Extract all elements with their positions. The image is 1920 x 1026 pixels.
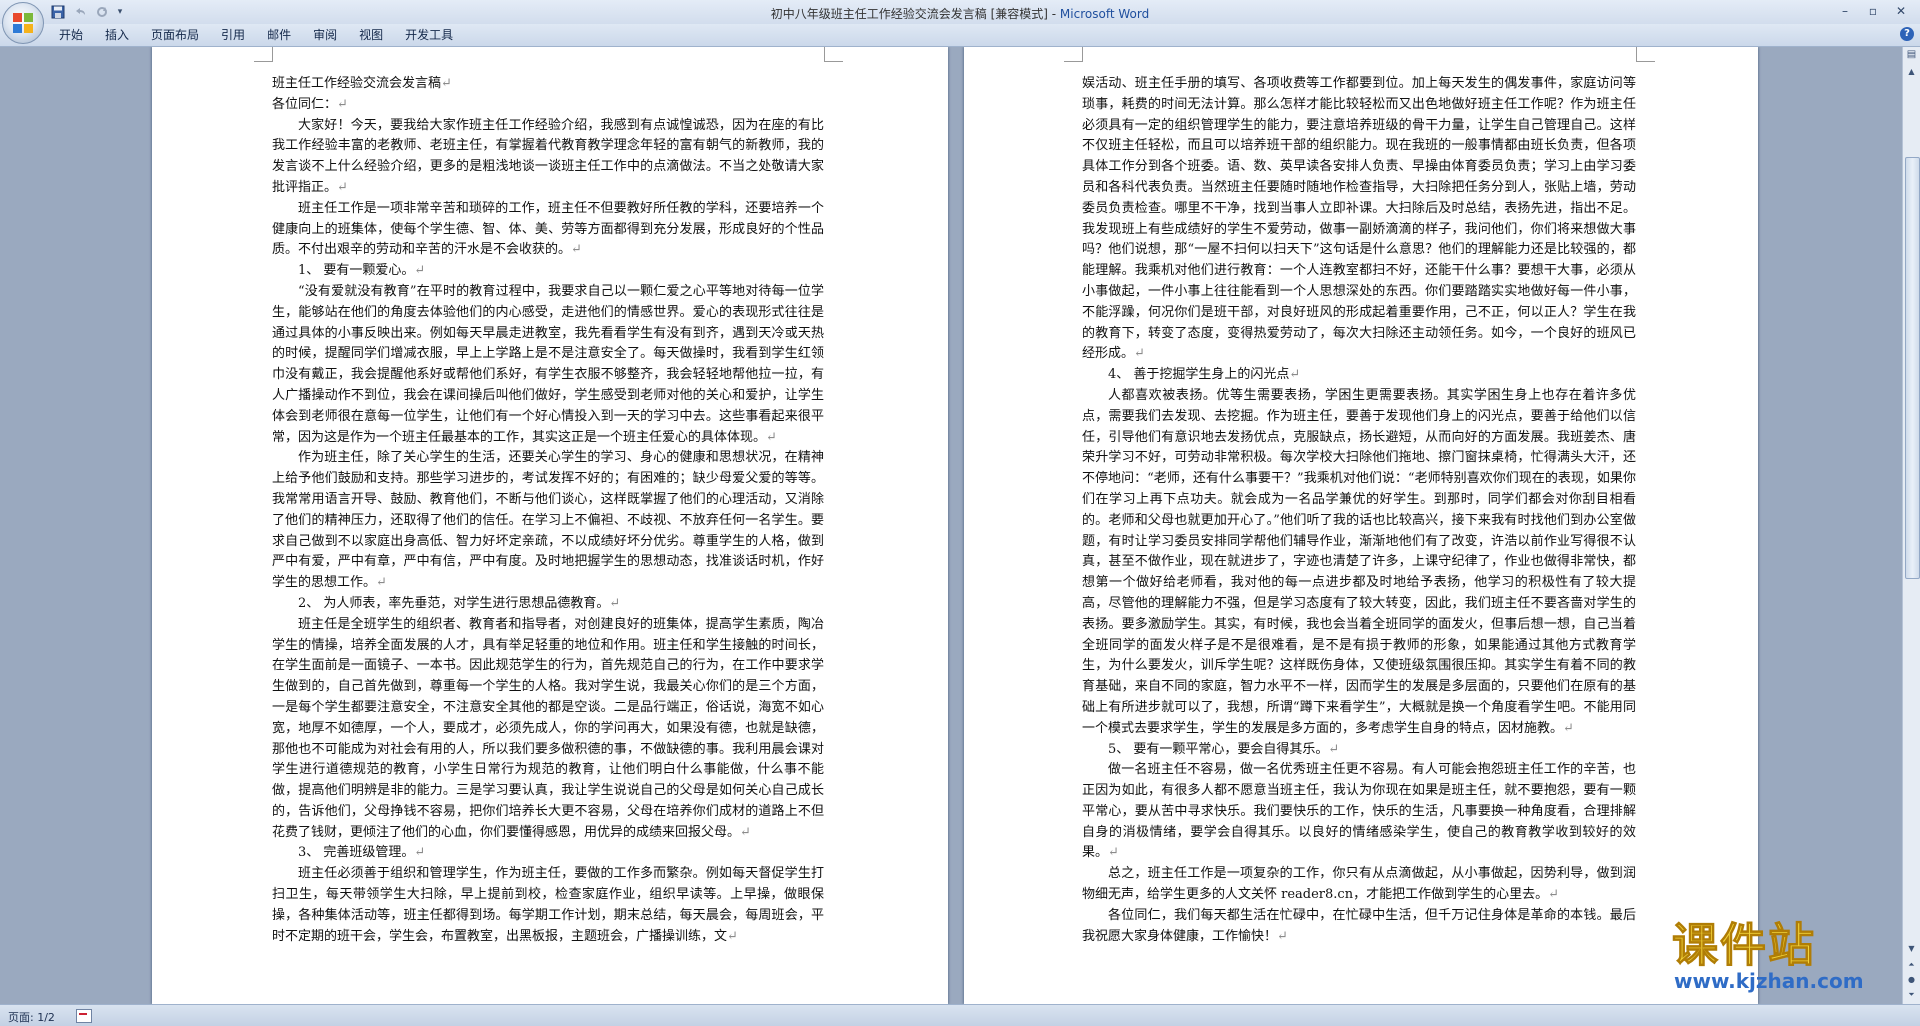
- app-name: Microsoft Word: [1059, 7, 1150, 21]
- margin-mark: [1636, 47, 1655, 62]
- watermark-url: www.kjzhan.com: [1674, 969, 1864, 993]
- paragraph-mark-icon: ↵: [1277, 928, 1288, 944]
- paragraph-mark-icon: ↵: [441, 76, 452, 91]
- watermark: 课件站 www.kjzhan.com: [1672, 918, 1912, 993]
- minimize-button[interactable]: –: [1832, 2, 1858, 20]
- document-page-2[interactable]: 娱活动、班主任手册的填写、各项收费等工作都要到位。加上每天发生的偶发事件，家庭访…: [964, 47, 1758, 1004]
- tab-home[interactable]: 开始: [48, 24, 94, 46]
- margin-mark: [824, 47, 843, 62]
- paragraph-mark-icon: ↵: [1134, 346, 1145, 362]
- paragraph[interactable]: 人都喜欢被表扬。优等生需要表扬，学困生更需要表扬。其实学困生身上也存在着许多优点…: [1082, 386, 1636, 740]
- tab-view[interactable]: 视图: [348, 24, 394, 46]
- paragraph-mark-icon: ↵: [1289, 367, 1301, 383]
- help-icon[interactable]: ?: [1900, 27, 1914, 41]
- paragraph[interactable]: “没有爱就没有教育”在平时的教育过程中，我要求自己以一颗仁爱之心平等地对待每一位…: [272, 282, 824, 448]
- paragraph[interactable]: 总之，班主任工作是一项复杂的工作，你只有从点滴做起，从小事做起，因势利导，做到润…: [1082, 864, 1636, 906]
- paragraph[interactable]: 娱活动、班主任手册的填写、各项收费等工作都要到位。加上每天发生的偶发事件，家庭访…: [1082, 74, 1636, 365]
- ribbon-tab-bar: 开始 插入 页面布局 引用 邮件 审阅 视图 开发工具 ?: [0, 24, 1920, 47]
- margin-mark: [1064, 47, 1083, 62]
- paragraph-mark-icon: ↵: [414, 845, 426, 861]
- tab-page-layout[interactable]: 页面布局: [140, 24, 210, 46]
- paragraph[interactable]: 5、 要有一颗平常心，要会自得其乐。↵: [1082, 740, 1636, 761]
- vertical-scrollbar[interactable]: ▤ ▲ ▼ ⏶ ● ⏷: [1902, 47, 1920, 1004]
- paragraph[interactable]: 2、 为人师表，率先垂范，对学生进行思想品德教育。↵: [272, 594, 824, 615]
- paragraph[interactable]: 大家好！今天，要我给大家作班主任工作经验介绍，我感到有点诚惶诚恐，因为在座的有比…: [272, 116, 824, 199]
- paragraph-mark-icon: ↵: [337, 179, 348, 195]
- tab-developer[interactable]: 开发工具: [394, 24, 464, 46]
- paragraph[interactable]: 各位同仁：↵: [272, 95, 824, 116]
- document-area: 班主任工作经验交流会发言稿↵ 各位同仁：↵ 大家好！今天，要我给大家作班主任工作经验…: [0, 47, 1903, 1004]
- paragraph-mark-icon: ↵: [766, 429, 777, 445]
- paragraph[interactable]: 班主任是全班学生的组织者、教育者和指导者，对创建良好的班集体，提高学生素质，陶冶…: [272, 615, 824, 844]
- paragraph[interactable]: 做一名班主任不容易，做一名优秀班主任更不容易。有人可能会抱怨班主任工作的辛苦，也…: [1082, 760, 1636, 864]
- office-button[interactable]: [2, 2, 44, 44]
- ruler-toggle-icon[interactable]: ▤: [1904, 47, 1919, 62]
- close-button[interactable]: ✕: [1888, 2, 1914, 20]
- paragraph[interactable]: 3、 完善班级管理。↵: [272, 843, 824, 864]
- paragraph-mark-icon: ↵: [1548, 887, 1559, 903]
- paragraph[interactable]: 班主任必须善于组织和管理学生，作为班主任，要做的工作多而繁杂。例如每天督促学生打…: [272, 864, 824, 947]
- paragraph-mark-icon: ↵: [1108, 845, 1119, 861]
- title-bar: ▾ 初中八年级班主任工作经验交流会发言稿 [兼容模式] - Microsoft …: [0, 0, 1920, 25]
- watermark-title: 课件站: [1672, 918, 1816, 972]
- paragraph-mark-icon: ↵: [376, 575, 387, 591]
- paragraph[interactable]: 4、 善于挖掘学生身上的闪光点↵: [1082, 365, 1636, 386]
- tab-review[interactable]: 审阅: [302, 24, 348, 46]
- paragraph[interactable]: 作为班主任，除了关心学生的生活，还要关心学生的学习、身心的健康和思想状况，在精神…: [272, 448, 824, 594]
- window-controls: – ▫ ✕: [1832, 2, 1914, 20]
- paragraph-mark-icon: ↵: [571, 242, 582, 258]
- page-1-text[interactable]: 班主任工作经验交流会发言稿↵ 各位同仁：↵ 大家好！今天，要我给大家作班主任工作经验…: [272, 74, 824, 947]
- paragraph-mark-icon: ↵: [727, 928, 738, 944]
- maximize-button[interactable]: ▫: [1860, 2, 1886, 20]
- page-2-text[interactable]: 娱活动、班主任手册的填写、各项收费等工作都要到位。加上每天发生的偶发事件，家庭访…: [1082, 74, 1636, 947]
- paragraph-mark-icon: ↵: [337, 96, 348, 112]
- proofing-icon[interactable]: [76, 1009, 92, 1023]
- page-count[interactable]: 页面: 1/2: [8, 1009, 55, 1025]
- document-page-1[interactable]: 班主任工作经验交流会发言稿↵ 各位同仁：↵ 大家好！今天，要我给大家作班主任工作经验…: [152, 47, 948, 1004]
- paragraph-mark-icon: ↵: [740, 824, 751, 840]
- paragraph-mark-icon: ↵: [414, 263, 426, 279]
- margin-mark: [254, 47, 273, 62]
- paragraph-mark-icon: ↵: [609, 595, 621, 611]
- scroll-up-icon[interactable]: ▲: [1904, 64, 1919, 79]
- paragraph[interactable]: 班主任工作是一项非常辛苦和琐碎的工作，班主任不但要教好所任教的学科，还要培养一个…: [272, 199, 824, 261]
- window-title: 初中八年级班主任工作经验交流会发言稿 [兼容模式] - Microsoft Wo…: [0, 5, 1920, 22]
- tab-mailings[interactable]: 邮件: [256, 24, 302, 46]
- paragraph[interactable]: 1、 要有一颗爱心。↵: [272, 261, 824, 282]
- office-logo-icon: [13, 13, 33, 33]
- tab-references[interactable]: 引用: [210, 24, 256, 46]
- tab-insert[interactable]: 插入: [94, 24, 140, 46]
- status-bar: 页面: 1/2: [0, 1004, 1920, 1026]
- document-title: 初中八年级班主任工作经验交流会发言稿 [兼容模式] -: [770, 7, 1060, 21]
- paragraph[interactable]: 各位同仁，我们每天都生活在忙碌中，在忙碌中生活，但千万记住身体是革命的本钱。最后…: [1082, 906, 1636, 948]
- paragraph-mark-icon: ↵: [1328, 741, 1340, 757]
- paragraph[interactable]: 班主任工作经验交流会发言稿↵: [272, 74, 824, 95]
- paragraph-mark-icon: ↵: [1563, 720, 1574, 736]
- scrollbar-thumb[interactable]: [1905, 157, 1920, 579]
